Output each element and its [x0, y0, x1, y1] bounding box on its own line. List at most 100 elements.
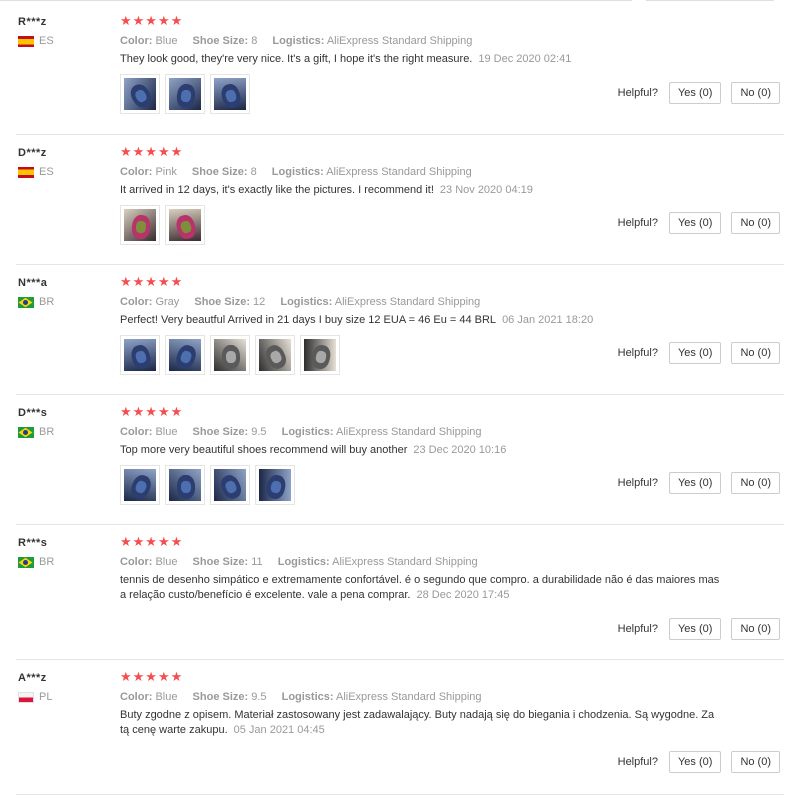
star-rating-icon: ★★★★★ [120, 404, 184, 419]
star-rating-icon: ★★★★★ [120, 144, 184, 159]
helpful-controls: Helpful? Yes (0) No (0) [618, 82, 780, 104]
flag-icon [18, 691, 34, 703]
star-rating-icon: ★★★★★ [120, 13, 184, 28]
star-rating-icon: ★★★★★ [120, 669, 184, 684]
review-photo[interactable] [165, 465, 205, 505]
review-body: ★★★★★ Color: Blue Shoe Size: 11 Logistic… [120, 535, 784, 603]
review-item: R***z ES ★★★★★ Color: Blue Shoe Size: 8 … [16, 4, 784, 135]
helpful-no-button[interactable]: No (0) [731, 212, 780, 234]
review-attributes: Color: Blue Shoe Size: 8 Logistics: AliE… [120, 33, 784, 49]
helpful-yes-button[interactable]: Yes (0) [668, 751, 722, 773]
helpful-no-button[interactable]: No (0) [731, 618, 780, 640]
review-text: They look good, they're very nice. It's … [120, 53, 473, 65]
review-attributes: Color: Pink Shoe Size: 8 Logistics: AliE… [120, 164, 784, 180]
review-item: N***a BR ★★★★★ Color: Gray Shoe Size: 12… [16, 265, 784, 395]
color-label: Color: [120, 35, 153, 47]
helpful-no-button[interactable]: No (0) [731, 751, 780, 773]
color-label: Color: [120, 556, 153, 568]
helpful-yes-button[interactable]: Yes (0) [668, 342, 722, 364]
review-text-block: tennis de desenho simpático e extremamen… [120, 573, 720, 603]
reviewer-name: D***s [18, 407, 48, 419]
country-code: BR [39, 426, 55, 438]
review-attributes: Color: Blue Shoe Size: 11 Logistics: Ali… [120, 554, 784, 570]
review-date: 23 Dec 2020 10:16 [413, 444, 507, 456]
review-photo[interactable] [165, 335, 205, 375]
helpful-controls: Helpful? Yes (0) No (0) [618, 212, 780, 234]
color-label: Color: [120, 296, 153, 308]
flag-icon [18, 426, 34, 438]
logistics-value: AliExpress Standard Shipping [332, 556, 478, 568]
review-date: 23 Nov 2020 04:19 [439, 184, 533, 196]
review-photo[interactable] [210, 465, 250, 505]
shoe-size-value: 8 [250, 166, 257, 178]
logistics-value: AliExpress Standard Shipping [336, 691, 482, 703]
review-text-block: It arrived in 12 days, it's exactly like… [120, 183, 720, 198]
shoe-size-label: Shoe Size: [191, 166, 248, 178]
country-code: ES [39, 35, 54, 47]
reviewer-country: ES [18, 166, 108, 178]
logistics-value: AliExpress Standard Shipping [326, 35, 473, 47]
review-photo[interactable] [255, 465, 295, 505]
shoe-size-label: Shoe Size: [192, 35, 249, 47]
review-photo[interactable] [120, 465, 160, 505]
reviewer-country: ES [18, 35, 108, 47]
color-value: Blue [155, 35, 178, 47]
shoe-size-label: Shoe Size: [192, 426, 249, 438]
review-photo[interactable] [120, 74, 160, 114]
reviewer-country: BR [18, 296, 108, 308]
shoe-size-value: 12 [253, 296, 266, 308]
review-date: 19 Dec 2020 02:41 [478, 53, 572, 65]
review-photo[interactable] [165, 205, 205, 245]
reviewer-name: R***s [18, 537, 48, 549]
helpful-no-button[interactable]: No (0) [731, 82, 780, 104]
reviewer-country: BR [18, 556, 108, 568]
review-text: Perfect! Very beautful Arrived in 21 day… [120, 314, 497, 326]
logistics-value: AliExpress Standard Shipping [336, 426, 482, 438]
color-value: Blue [155, 691, 178, 703]
country-code: BR [39, 556, 55, 568]
shoe-size-value: 9.5 [251, 426, 267, 438]
helpful-label: Helpful? [617, 623, 658, 635]
review-attributes: Color: Gray Shoe Size: 12 Logistics: Ali… [120, 294, 784, 310]
helpful-yes-button[interactable]: Yes (0) [668, 618, 722, 640]
country-code: BR [39, 296, 55, 308]
country-code: PL [39, 691, 53, 703]
review-item: D***z ES ★★★★★ Color: Pink Shoe Size: 8 … [16, 135, 784, 265]
color-label: Color: [120, 691, 153, 703]
shoe-size-label: Shoe Size: [192, 556, 249, 568]
helpful-label: Helpful? [617, 87, 658, 99]
logistics-label: Logistics: [280, 296, 333, 308]
helpful-controls: Helpful? Yes (0) No (0) [618, 618, 780, 640]
review-photo[interactable] [120, 205, 160, 245]
star-rating-icon: ★★★★★ [120, 274, 184, 289]
helpful-yes-button[interactable]: Yes (0) [668, 212, 722, 234]
helpful-controls: Helpful? Yes (0) No (0) [618, 751, 780, 773]
review-text-block: They look good, they're very nice. It's … [120, 52, 720, 67]
logistics-value: AliExpress Standard Shipping [326, 166, 472, 178]
reviewer-country: PL [18, 691, 108, 703]
review-photo[interactable] [165, 74, 205, 114]
review-photo[interactable] [120, 335, 160, 375]
review-photo[interactable] [210, 335, 250, 375]
review-photo[interactable] [255, 335, 295, 375]
review-text-block: Perfect! Very beautful Arrived in 21 day… [120, 313, 720, 328]
review-photo[interactable] [210, 74, 250, 114]
helpful-yes-button[interactable]: Yes (0) [668, 472, 722, 494]
helpful-label: Helpful? [617, 347, 658, 359]
flag-icon [18, 296, 34, 308]
flag-icon [18, 166, 34, 178]
shoe-size-value: 8 [251, 35, 258, 47]
helpful-no-button[interactable]: No (0) [731, 472, 780, 494]
reviewer-info: N***a BR [18, 277, 108, 308]
logistics-label: Logistics: [272, 35, 325, 47]
logistics-label: Logistics: [277, 556, 330, 568]
flag-icon [18, 35, 34, 47]
reviewer-name: A***z [18, 672, 47, 684]
helpful-yes-button[interactable]: Yes (0) [668, 82, 722, 104]
top-divider [0, 0, 800, 2]
helpful-no-button[interactable]: No (0) [731, 342, 780, 364]
review-attributes: Color: Blue Shoe Size: 9.5 Logistics: Al… [120, 689, 784, 705]
review-date: 06 Jan 2021 18:20 [502, 314, 594, 326]
review-photo[interactable] [300, 335, 340, 375]
logistics-value: AliExpress Standard Shipping [334, 296, 481, 308]
